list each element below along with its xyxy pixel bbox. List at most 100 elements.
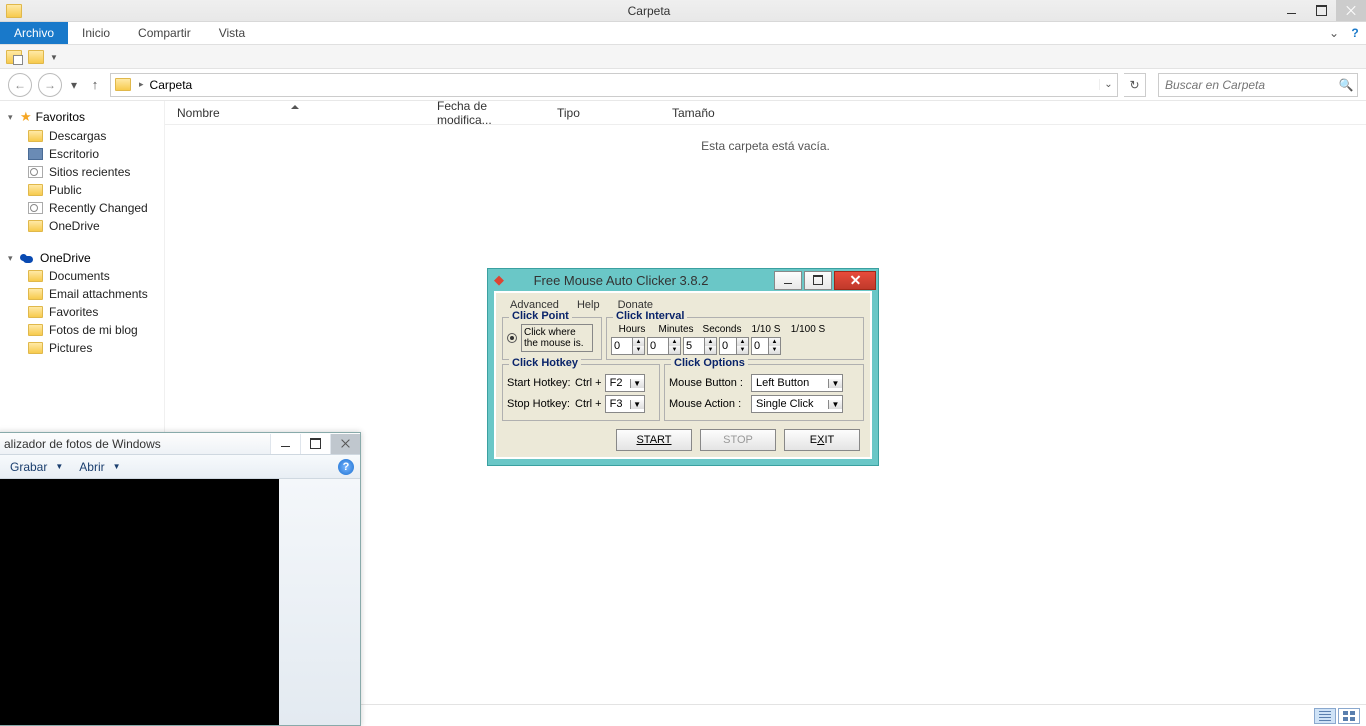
up-icon[interactable]: ▲ xyxy=(669,338,680,346)
breadcrumb[interactable]: Carpeta xyxy=(148,78,195,92)
history-dropdown-icon[interactable]: ▾ xyxy=(68,78,80,92)
photo-viewer-window: alizador de fotos de Windows Grabar▼ Abr… xyxy=(0,432,361,726)
spinner-seconds[interactable]: 5▲▼ xyxy=(683,337,717,355)
maximize-button[interactable] xyxy=(804,271,832,290)
radio-click-where-mouse[interactable]: Click where the mouse is. xyxy=(507,324,597,352)
spinner-tenth[interactable]: 0▲▼ xyxy=(719,337,749,355)
onedrive-icon xyxy=(20,253,36,264)
auto-clicker-window: ◆ Free Mouse Auto Clicker 3.8.2 Advanced… xyxy=(487,268,879,466)
new-folder-icon[interactable] xyxy=(28,50,44,64)
address-bar[interactable]: ▸ Carpeta ⌄ xyxy=(110,73,1118,97)
sidebar-item-descargas[interactable]: Descargas xyxy=(0,127,164,145)
down-icon[interactable]: ▼ xyxy=(633,346,644,354)
spinner-minutes[interactable]: 0▲▼ xyxy=(647,337,681,355)
start-button[interactable]: START xyxy=(616,429,692,451)
help-icon[interactable]: ? xyxy=(1344,22,1366,44)
refresh-button[interactable]: ↻ xyxy=(1124,73,1146,97)
sidebar-item-pictures[interactable]: Pictures xyxy=(0,339,164,357)
close-button[interactable] xyxy=(330,434,360,454)
minimize-button[interactable] xyxy=(774,271,802,290)
clicker-titlebar[interactable]: ◆ Free Mouse Auto Clicker 3.8.2 xyxy=(488,269,878,291)
address-dropdown-icon[interactable]: ⌄ xyxy=(1099,79,1117,90)
folder-icon xyxy=(28,324,43,336)
down-icon[interactable]: ▼ xyxy=(769,346,780,354)
search-icon[interactable]: 🔍 xyxy=(1335,78,1357,92)
chevron-down-icon: ▼ xyxy=(828,400,842,409)
spinner-hours[interactable]: 0▲▼ xyxy=(611,337,645,355)
up-icon[interactable]: ▲ xyxy=(737,338,748,346)
ribbon-expand-icon[interactable]: ⌄ xyxy=(1324,22,1344,44)
tab-vista[interactable]: Vista xyxy=(205,22,259,44)
abrir-button[interactable]: Abrir xyxy=(73,458,110,476)
chevron-right-icon[interactable]: ▸ xyxy=(135,79,148,90)
exit-button[interactable]: EXIT xyxy=(784,429,860,451)
select-stop-key[interactable]: F3▼ xyxy=(605,395,645,413)
qa-dropdown-icon[interactable]: ▼ xyxy=(50,51,58,62)
window-title: Carpeta xyxy=(22,4,1276,18)
dropdown-icon[interactable]: ▼ xyxy=(55,462,71,471)
favorites-label: Favoritos xyxy=(36,110,85,124)
label-start-hotkey: Start Hotkey: xyxy=(507,377,572,389)
photo-canvas xyxy=(0,479,279,725)
explorer-title-bar: Carpeta xyxy=(0,0,1366,22)
dropdown-icon[interactable]: ▼ xyxy=(113,462,129,471)
photo-viewer-titlebar[interactable]: alizador de fotos de Windows xyxy=(0,433,360,455)
sidebar-item-sitios-recientes[interactable]: Sitios recientes xyxy=(0,163,164,181)
grabar-button[interactable]: Grabar xyxy=(4,458,53,476)
favorites-header[interactable]: ▾ ★ Favoritos xyxy=(0,107,164,127)
sidebar-item-recently-changed[interactable]: Recently Changed xyxy=(0,199,164,217)
tab-file[interactable]: Archivo xyxy=(0,22,68,44)
close-button[interactable] xyxy=(1336,0,1366,21)
menu-help[interactable]: Help xyxy=(569,297,608,313)
select-start-key[interactable]: F2▼ xyxy=(605,374,645,392)
sidebar-item-public[interactable]: Public xyxy=(0,181,164,199)
forward-button[interactable]: → xyxy=(38,73,62,97)
select-mouse-action[interactable]: Single Click▼ xyxy=(751,395,843,413)
onedrive-header[interactable]: ▾ OneDrive xyxy=(0,249,164,267)
minimize-button[interactable] xyxy=(1276,0,1306,21)
column-date[interactable]: Fecha de modifica... xyxy=(425,99,545,127)
close-button[interactable] xyxy=(834,271,876,290)
icons-view-button[interactable] xyxy=(1338,708,1360,724)
folder-icon xyxy=(28,184,43,196)
stop-button[interactable]: STOP xyxy=(700,429,776,451)
search-box[interactable]: 🔍 xyxy=(1158,73,1358,97)
down-icon[interactable]: ▼ xyxy=(705,346,716,354)
sidebar-item-documents[interactable]: Documents xyxy=(0,267,164,285)
tab-inicio[interactable]: Inicio xyxy=(68,22,124,44)
sidebar-item-favorites[interactable]: Favorites xyxy=(0,303,164,321)
sidebar-item-fotos-blog[interactable]: Fotos de mi blog xyxy=(0,321,164,339)
up-button[interactable]: ↑ xyxy=(86,77,104,92)
collapse-icon[interactable]: ▾ xyxy=(8,253,16,264)
maximize-button[interactable] xyxy=(300,434,330,454)
up-icon[interactable]: ▲ xyxy=(705,338,716,346)
tab-compartir[interactable]: Compartir xyxy=(124,22,205,44)
maximize-button[interactable] xyxy=(1306,0,1336,21)
group-click-point: Click Point Click where the mouse is. xyxy=(502,317,602,360)
details-view-button[interactable] xyxy=(1314,708,1336,724)
spinner-hundredth[interactable]: 0▲▼ xyxy=(751,337,781,355)
properties-icon[interactable] xyxy=(6,50,22,64)
column-size[interactable]: Tamaño xyxy=(660,106,760,120)
search-input[interactable] xyxy=(1159,78,1335,92)
sidebar-item-escritorio[interactable]: Escritorio xyxy=(0,145,164,163)
sidebar-item-email-attachments[interactable]: Email attachments xyxy=(0,285,164,303)
recent-icon xyxy=(28,166,43,178)
help-icon[interactable]: ? xyxy=(338,459,354,475)
column-headers-row: Nombre Fecha de modifica... Tipo Tamaño xyxy=(165,101,1366,125)
down-icon[interactable]: ▼ xyxy=(669,346,680,354)
collapse-icon[interactable]: ▾ xyxy=(8,112,16,123)
photo-side-panel xyxy=(279,479,360,725)
minimize-button[interactable] xyxy=(270,434,300,454)
select-mouse-button[interactable]: Left Button▼ xyxy=(751,374,843,392)
quick-access-toolbar: ▼ xyxy=(0,45,1366,69)
back-button[interactable]: ← xyxy=(8,73,32,97)
label-ctrl: Ctrl + xyxy=(575,398,602,410)
sidebar-item-onedrive-fav[interactable]: OneDrive xyxy=(0,217,164,235)
column-type[interactable]: Tipo xyxy=(545,106,660,120)
down-icon[interactable]: ▼ xyxy=(737,346,748,354)
up-icon[interactable]: ▲ xyxy=(633,338,644,346)
column-name[interactable]: Nombre xyxy=(165,106,425,120)
ribbon-tabs: Archivo Inicio Compartir Vista ⌄ ? xyxy=(0,22,1366,45)
up-icon[interactable]: ▲ xyxy=(769,338,780,346)
